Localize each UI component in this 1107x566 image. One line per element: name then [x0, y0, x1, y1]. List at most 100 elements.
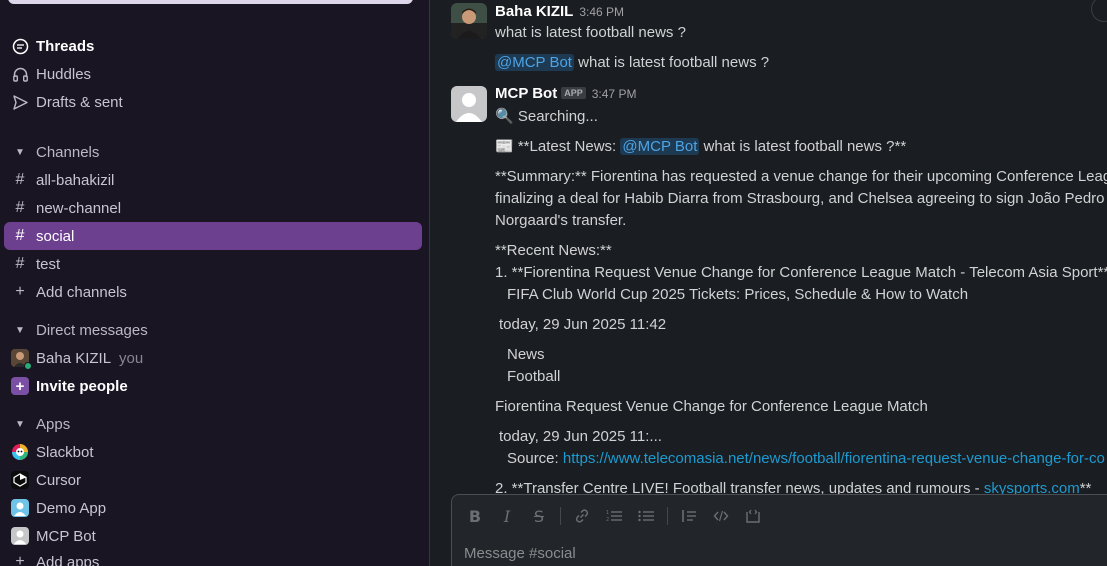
mention-link[interactable]: @MCP Bot [620, 138, 700, 155]
formatting-toolbar: B I S 12 [464, 505, 774, 527]
app-label: Demo App [36, 499, 107, 517]
sidebar-dm-baha[interactable]: Baha KIZIL you [4, 344, 422, 372]
avatar-wrap [10, 348, 32, 370]
sidebar-channel-all-bahakizil[interactable]: # all-bahakizil [4, 166, 422, 194]
news-source: Source: https://www.telecomasia.net/news… [507, 450, 1105, 467]
sidebar-item-threads[interactable]: Threads [4, 32, 422, 60]
message-input[interactable] [464, 545, 1064, 562]
hash-icon: # [15, 199, 25, 216]
caret-down-icon: ▼ [15, 146, 25, 158]
bulleted-list-icon[interactable] [635, 505, 657, 527]
message-composer: B I S 12 [451, 494, 1107, 566]
channel-label: social [36, 227, 75, 245]
sidebar-item-label: Threads [36, 37, 95, 55]
sidebar-top-bar[interactable] [8, 0, 413, 4]
avatar [11, 349, 32, 370]
message-author[interactable]: MCP Bot APP 3:47 PM [495, 85, 636, 102]
sidebar-item-label: Drafts & sent [36, 93, 123, 111]
avatar[interactable] [451, 3, 487, 39]
sidebar-app-slackbot[interactable]: Slackbot [4, 438, 422, 466]
demo-app-icon [10, 498, 30, 518]
dm-section-header[interactable]: ▼ Direct messages [4, 316, 422, 344]
headphones-icon [10, 64, 30, 84]
channel-label: test [36, 255, 61, 273]
message-author[interactable]: Baha KIZIL 3:46 PM [495, 3, 624, 20]
source-link[interactable]: https://www.telecomasia.net/news/footbal… [563, 450, 1105, 467]
ordered-list-icon[interactable]: 12 [603, 505, 625, 527]
italic-icon[interactable]: I [496, 505, 518, 527]
invite-people-button[interactable]: + Invite people [4, 372, 422, 400]
apps-section-header[interactable]: ▼ Apps [4, 410, 422, 438]
news-item-date: today, 29 Jun 2025 11:42 [499, 316, 667, 333]
app-label: MCP Bot [36, 527, 96, 545]
message-text-part: what is latest football news ?** [699, 138, 907, 155]
add-apps-label: Add apps [36, 553, 100, 566]
code-icon[interactable] [710, 505, 732, 527]
section-label: Channels [36, 143, 100, 161]
scroll-button[interactable] [1091, 0, 1107, 22]
message-text-mention: @MCP Bot what is latest football news ? [495, 54, 769, 71]
dm-you-label: you [119, 349, 144, 367]
plus-icon: + [15, 283, 25, 300]
sidebar: Threads Huddles Drafts & sent ▼ Channels… [0, 0, 430, 566]
message-text-part: what is latest football news ? [573, 54, 770, 71]
app-label: Slackbot [36, 443, 94, 461]
hash-icon: # [15, 227, 25, 244]
source-label: Source: [507, 450, 563, 467]
section-label: Apps [36, 415, 71, 433]
cursor-icon [10, 470, 30, 490]
sidebar-item-label: Huddles [36, 65, 92, 83]
sidebar-channel-new-channel[interactable]: # new-channel [4, 194, 422, 222]
message-timestamp[interactable]: 3:46 PM [579, 5, 624, 19]
searching-text: 🔍 Searching... [495, 108, 598, 125]
news-headline: Fiorentina Request Venue Change for Conf… [495, 398, 928, 415]
channel-label: all-bahakizil [36, 171, 115, 189]
sidebar-app-mcp-bot[interactable]: MCP Bot [4, 522, 422, 550]
bold-icon[interactable]: B [464, 505, 486, 527]
app-label: Cursor [36, 471, 82, 489]
author-name[interactable]: Baha KIZIL [495, 3, 573, 20]
news-tag: News [507, 346, 545, 363]
caret-down-icon: ▼ [15, 324, 25, 336]
caret-down-icon: ▼ [15, 418, 25, 430]
message-text: what is latest football news ? [495, 24, 686, 41]
svg-text:1: 1 [606, 510, 609, 516]
hash-icon: # [15, 171, 25, 188]
summary-line: finalizing a deal for Habib Diarra from … [495, 190, 1107, 207]
threads-icon [10, 36, 30, 56]
mention-link[interactable]: @MCP Bot [495, 54, 574, 71]
sidebar-item-drafts[interactable]: Drafts & sent [4, 88, 422, 116]
code-block-icon[interactable] [742, 505, 764, 527]
sidebar-item-huddles[interactable]: Huddles [4, 60, 422, 88]
dm-user-label: Baha KIZIL [36, 349, 112, 367]
avatar[interactable] [451, 86, 487, 122]
send-icon [10, 92, 30, 112]
news-tag: Football [507, 368, 561, 385]
recent-news-header: **Recent News:** [495, 242, 612, 259]
message-text-part: 📰 **Latest News: [495, 138, 621, 155]
news-item-subtitle: FIFA Club World Cup 2025 Tickets: Prices… [507, 286, 969, 303]
sidebar-channel-test[interactable]: # test [4, 250, 422, 278]
add-channels-button[interactable]: + Add channels [4, 278, 422, 306]
presence-dot-icon [24, 362, 32, 370]
sidebar-channel-social[interactable]: # social [4, 222, 422, 250]
svg-text:2: 2 [606, 517, 609, 523]
invite-icon-wrap: + [10, 376, 30, 396]
plus-icon: + [11, 377, 29, 395]
strikethrough-icon[interactable]: S [528, 505, 550, 527]
message-timestamp[interactable]: 3:47 PM [592, 87, 637, 101]
message-pane: Baha KIZIL 3:46 PM what is latest footbal… [431, 0, 1107, 566]
channels-section-header[interactable]: ▼ Channels [4, 138, 422, 166]
blockquote-icon[interactable] [678, 505, 700, 527]
hash-icon: # [15, 255, 25, 272]
mcp-bot-icon [10, 526, 30, 546]
summary-line: Norgaard's transfer. [495, 212, 627, 229]
link-icon[interactable] [571, 505, 593, 527]
sidebar-app-cursor[interactable]: Cursor [4, 466, 422, 494]
author-name[interactable]: MCP Bot [495, 85, 557, 102]
sidebar-app-demo-app[interactable]: Demo App [4, 494, 422, 522]
channel-label: new-channel [36, 199, 122, 217]
add-apps-button[interactable]: + Add apps [4, 548, 422, 566]
app-badge: APP [561, 87, 586, 99]
slackbot-icon [10, 442, 30, 462]
